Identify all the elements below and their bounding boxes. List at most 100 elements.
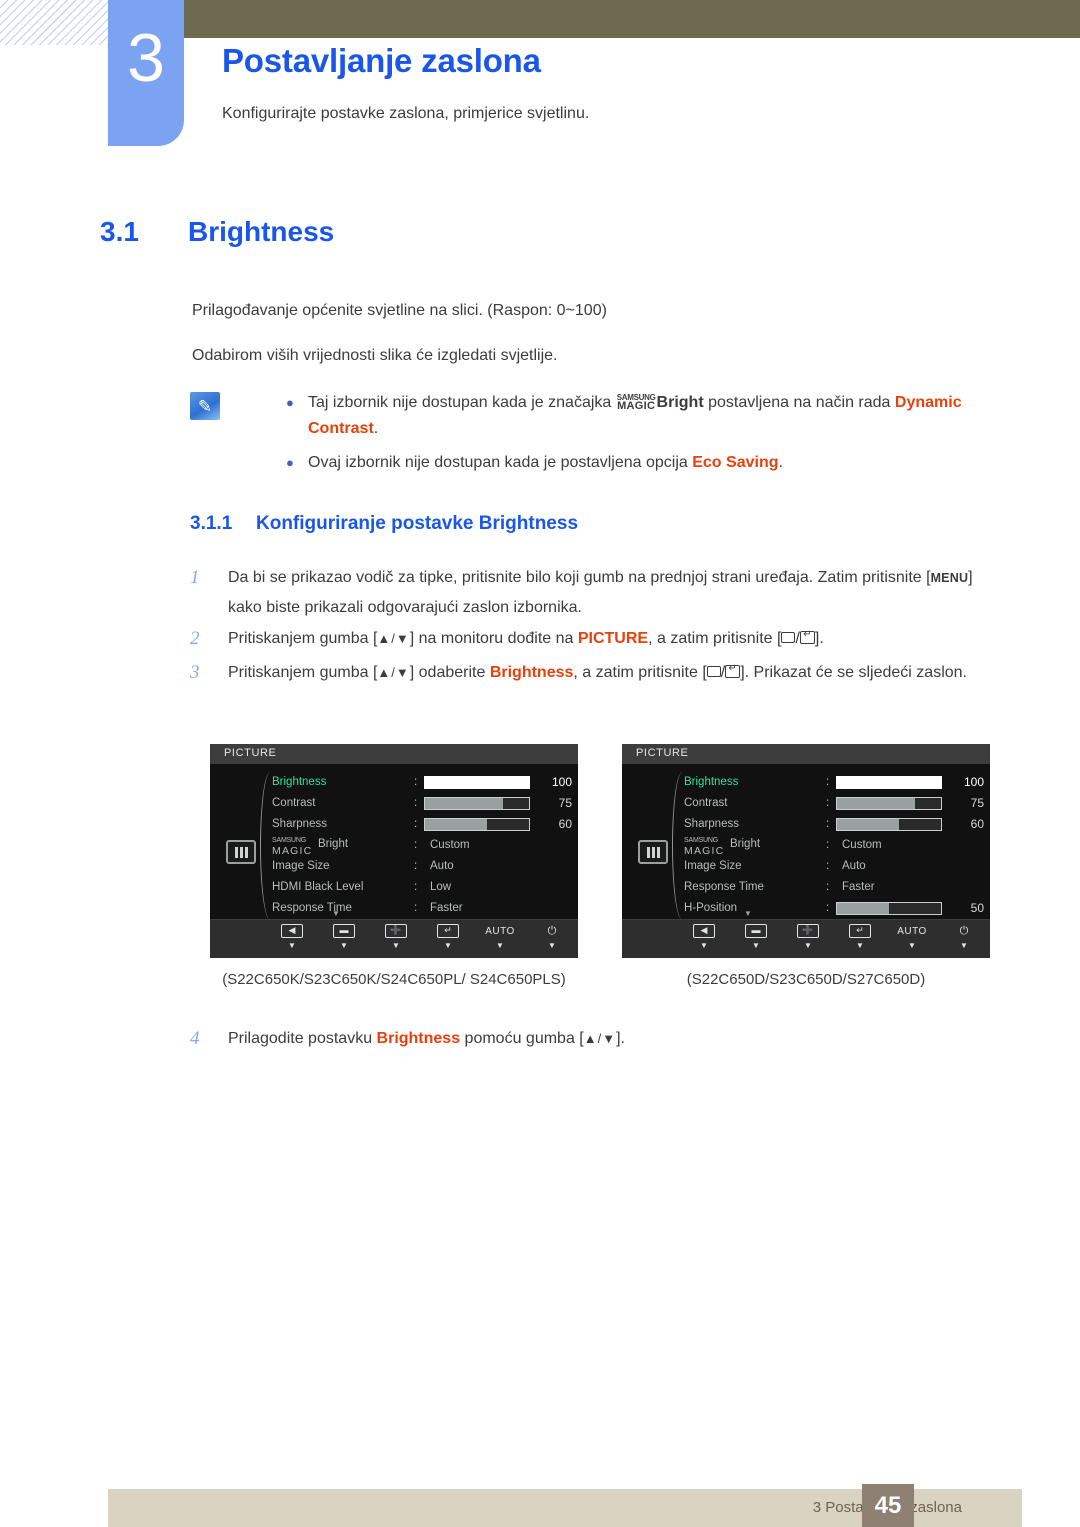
scroll-down-icon[interactable]: ▼ bbox=[332, 909, 340, 918]
step-text: Prilagodite postavku Brightness pomoću g… bbox=[228, 1024, 1000, 1053]
osd-colon: : bbox=[826, 818, 830, 830]
osd-colon: : bbox=[826, 881, 830, 893]
osd-screenshot-left: PICTURE Brightness : 100 Contrast : 75 S… bbox=[210, 744, 578, 958]
note-item: ● Ovaj izbornik nije dostupan kada je po… bbox=[268, 450, 1003, 476]
osd-button-minus[interactable]: ▬ ▼ bbox=[738, 924, 774, 951]
osd-magic-logo: SAMSUNG MAGIC Bright bbox=[684, 835, 760, 856]
step-number: 1 bbox=[190, 567, 200, 588]
magic-logo-bottom: MAGIC bbox=[617, 400, 656, 412]
osd-row-brightness[interactable]: Brightness : 100 bbox=[684, 772, 984, 793]
osd-label: Response Time bbox=[684, 881, 764, 893]
minus-icon: ▬ bbox=[738, 924, 774, 939]
osd-colon: : bbox=[414, 881, 418, 893]
step4-highlight-brightness: Brightness bbox=[376, 1030, 461, 1047]
caret-icon: ▼ bbox=[804, 941, 812, 950]
osd-row-image-size[interactable]: Image Size : Auto bbox=[684, 856, 982, 877]
step2-part-a: Pritiskanjem gumba [ bbox=[228, 630, 378, 647]
osd-button-plus[interactable]: ➕ ▼ bbox=[378, 924, 414, 951]
section-title-text: Brightness bbox=[188, 216, 335, 247]
step4-part-a: Prilagodite postavku bbox=[228, 1030, 377, 1047]
caret-icon: ▼ bbox=[752, 941, 760, 950]
osd-value: Auto bbox=[430, 860, 454, 872]
osd-slider[interactable] bbox=[836, 902, 942, 915]
osd-button-plus[interactable]: ➕ ▼ bbox=[790, 924, 826, 951]
scroll-down-icon[interactable]: ▼ bbox=[744, 909, 752, 918]
step-number: 2 bbox=[190, 628, 200, 649]
osd-value: 100 bbox=[963, 775, 984, 789]
chapter-number: 3 bbox=[127, 20, 165, 96]
osd-colon: : bbox=[826, 839, 830, 851]
step3-highlight-brightness: Brightness bbox=[489, 664, 574, 681]
step-text: Da bi se prikazao vodič za tipke, pritis… bbox=[228, 563, 1000, 622]
osd-button-power[interactable]: ⏻ ▼ bbox=[946, 924, 982, 951]
osd-value: 50 bbox=[970, 901, 984, 915]
osd-button-auto[interactable]: AUTO ▼ bbox=[894, 924, 930, 951]
osd-menu-rows: Brightness : 100 Contrast : 75 Sharpness… bbox=[684, 772, 984, 919]
osd-row-hdmi-black-level[interactable]: HDMI Black Level : Low bbox=[272, 877, 570, 898]
step-3: 3 Pritiskanjem gumba [▲/▼] odaberite Bri… bbox=[190, 658, 1000, 687]
osd-value: Custom bbox=[430, 839, 470, 851]
osd-button-enter[interactable]: ↵ ▼ bbox=[430, 924, 466, 951]
caret-icon: ▼ bbox=[856, 941, 864, 950]
bullet-icon: ● bbox=[286, 455, 294, 470]
step3-part-c: , a zatim pritisnite [ bbox=[573, 664, 707, 681]
osd-value: 75 bbox=[558, 796, 572, 810]
osd-row-h-position[interactable]: H-Position : 50 bbox=[684, 898, 984, 919]
osd-button-left-arrow[interactable]: ◀ ▼ bbox=[274, 924, 310, 951]
osd-button-minus[interactable]: ▬ ▼ bbox=[326, 924, 362, 951]
osd-row-brightness[interactable]: Brightness : 100 bbox=[272, 772, 572, 793]
osd-body: Brightness : 100 Contrast : 75 Sharpness… bbox=[210, 764, 578, 920]
osd-value: 60 bbox=[970, 817, 984, 831]
enter-key-icon bbox=[725, 664, 741, 678]
osd-row-sharpness[interactable]: Sharpness : 60 bbox=[684, 814, 984, 835]
osd-magic-logo: SAMSUNG MAGIC Bright bbox=[272, 835, 348, 856]
osd-value: Low bbox=[430, 881, 452, 893]
osd-button-enter[interactable]: ↵ ▼ bbox=[842, 924, 878, 951]
osd-row-contrast[interactable]: Contrast : 75 bbox=[272, 793, 572, 814]
osd-slider[interactable] bbox=[424, 797, 530, 810]
osd-label: Image Size bbox=[684, 860, 742, 872]
magic-bright-word: Bright bbox=[656, 394, 704, 411]
page-header: 3 Postavljanje zaslona Konfigurirajte po… bbox=[0, 0, 1080, 160]
osd-button-power[interactable]: ⏻ ▼ bbox=[534, 924, 570, 951]
enter-icon: ↵ bbox=[430, 924, 466, 939]
osd-button-bar: ◀ ▼ ▬ ▼ ➕ ▼ ↵ ▼ AUTO ▼ ⏻ ▼ bbox=[210, 919, 578, 958]
osd-value: 100 bbox=[551, 775, 572, 789]
osd-row-magic-bright[interactable]: SAMSUNG MAGIC Bright : Custom bbox=[272, 835, 570, 856]
page-number-badge: 45 bbox=[862, 1484, 914, 1527]
osd-value: 75 bbox=[970, 796, 984, 810]
osd-value: Faster bbox=[842, 881, 875, 893]
caret-icon: ▼ bbox=[340, 941, 348, 950]
osd-row-magic-bright[interactable]: SAMSUNG MAGIC Bright : Custom bbox=[684, 835, 982, 856]
source-key-icon bbox=[706, 666, 721, 677]
osd-value: Custom bbox=[842, 839, 882, 851]
step2-part-d: ]. bbox=[814, 630, 824, 647]
step-number: 3 bbox=[190, 662, 200, 683]
chapter-subtitle: Konfigurirajte postavke zaslona, primjer… bbox=[222, 105, 590, 122]
osd-slider[interactable] bbox=[424, 818, 530, 831]
note-list: ● Taj izbornik nije dostupan kada je zna… bbox=[268, 390, 1003, 484]
osd-slider[interactable] bbox=[424, 776, 530, 789]
osd-row-contrast[interactable]: Contrast : 75 bbox=[684, 793, 984, 814]
auto-label: AUTO bbox=[485, 926, 515, 937]
caret-icon: ▼ bbox=[288, 941, 296, 950]
section-number: 3.1 bbox=[100, 216, 139, 247]
step-number: 4 bbox=[190, 1028, 200, 1049]
osd-row-response-time[interactable]: Response Time : Faster bbox=[684, 877, 982, 898]
osd-colon: : bbox=[414, 902, 418, 914]
header-olive-bar bbox=[184, 0, 1080, 38]
osd-button-left-arrow[interactable]: ◀ ▼ bbox=[686, 924, 722, 951]
osd-row-image-size[interactable]: Image Size : Auto bbox=[272, 856, 570, 877]
osd-button-auto[interactable]: AUTO ▼ bbox=[482, 924, 518, 951]
osd-slider[interactable] bbox=[836, 818, 942, 831]
note-text-pre: Taj izbornik nije dostupan kada je znača… bbox=[308, 394, 616, 411]
enter-key-icon bbox=[799, 630, 815, 644]
auto-icon: AUTO bbox=[482, 924, 518, 938]
osd-value: Auto bbox=[842, 860, 866, 872]
picture-bars-icon bbox=[638, 840, 668, 864]
auto-icon: AUTO bbox=[894, 924, 930, 938]
osd-slider[interactable] bbox=[836, 776, 942, 789]
osd-row-response-time[interactable]: Response Time : Faster bbox=[272, 898, 570, 919]
osd-slider[interactable] bbox=[836, 797, 942, 810]
osd-row-sharpness[interactable]: Sharpness : 60 bbox=[272, 814, 572, 835]
